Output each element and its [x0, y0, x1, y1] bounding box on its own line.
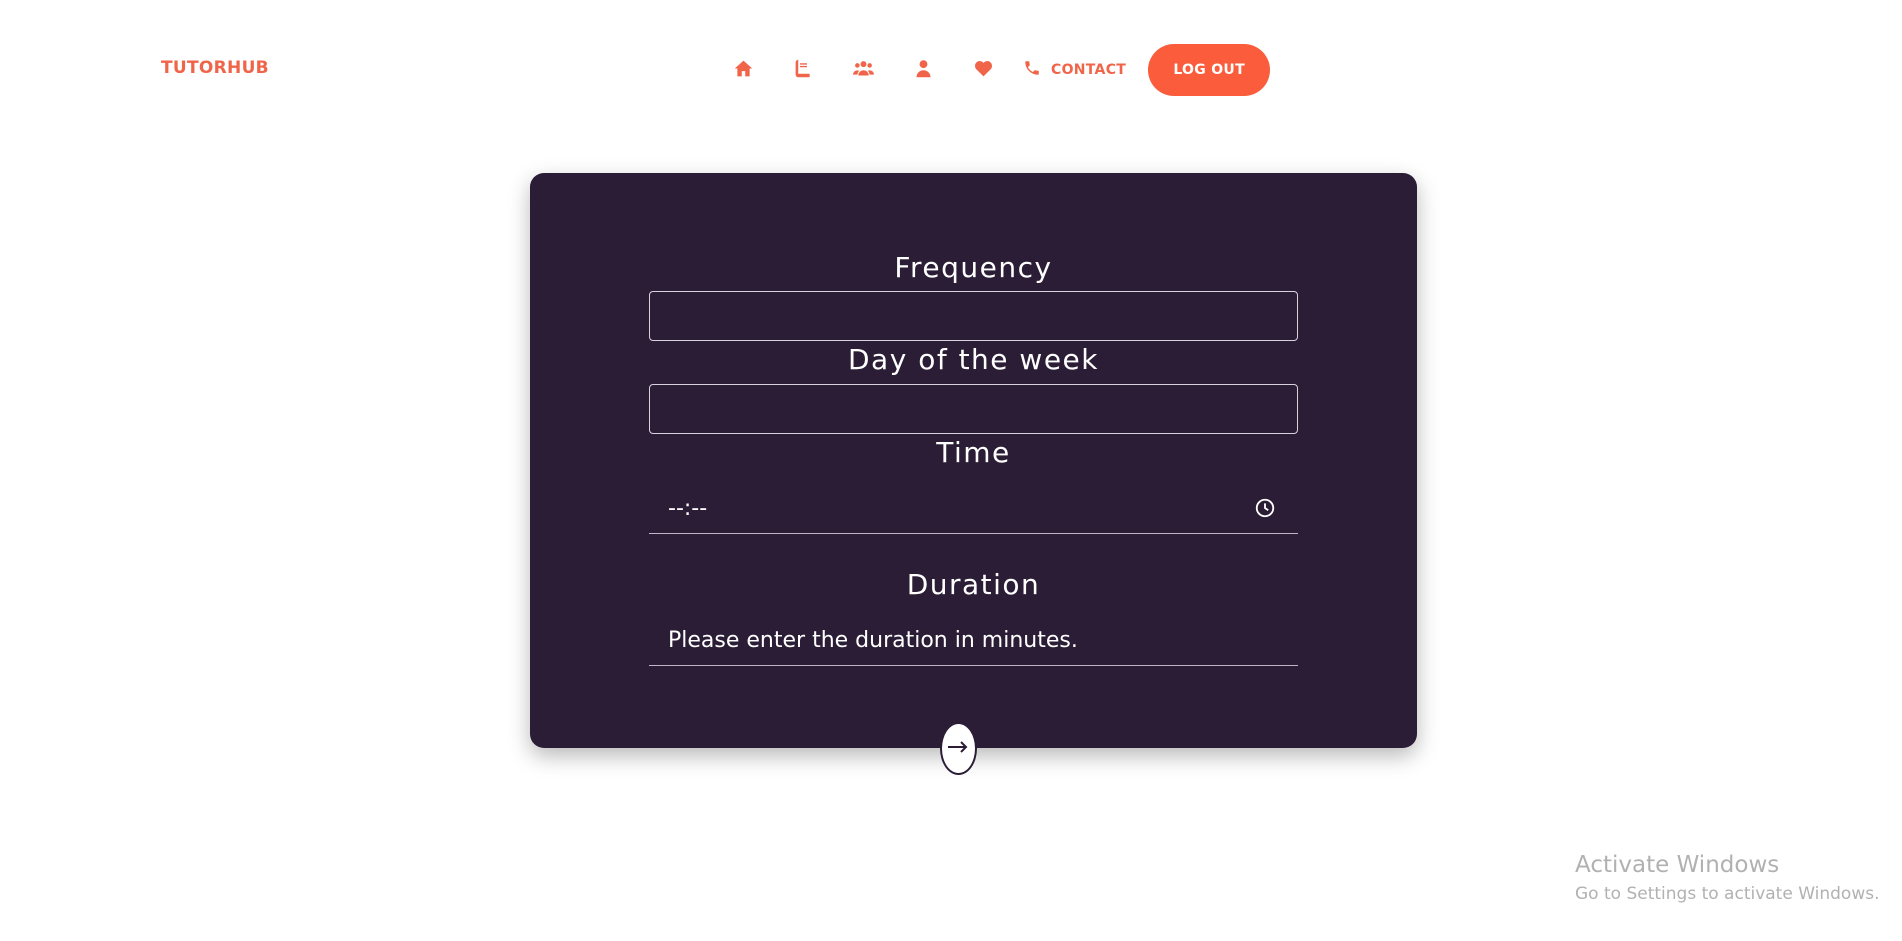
day-input[interactable]	[649, 384, 1298, 434]
nav-profile[interactable]	[893, 44, 953, 96]
arrow-right-icon	[944, 732, 974, 766]
book-icon	[793, 58, 814, 83]
frequency-label: Frequency	[894, 251, 1053, 284]
schedule-form-card: Frequency Day of the week Time --:-- Dur…	[530, 173, 1417, 748]
nav-contact[interactable]: CONTACT	[1023, 44, 1126, 96]
phone-icon	[1023, 59, 1051, 81]
logout-button[interactable]: LOG OUT	[1148, 44, 1271, 96]
frequency-input[interactable]	[649, 291, 1298, 341]
duration-placeholder: Please enter the duration in minutes.	[668, 628, 1078, 653]
contact-label: CONTACT	[1051, 62, 1127, 78]
day-label: Day of the week	[848, 343, 1099, 376]
home-icon	[733, 58, 754, 83]
top-nav: CONTACT LOG OUT	[713, 44, 1271, 96]
time-input[interactable]: --:--	[649, 482, 1298, 534]
duration-input[interactable]: Please enter the duration in minutes.	[649, 614, 1298, 666]
watermark-subtitle: Go to Settings to activate Windows.	[1575, 884, 1880, 904]
nav-courses[interactable]	[773, 44, 833, 96]
submit-button[interactable]	[940, 722, 977, 775]
watermark-title: Activate Windows	[1575, 852, 1780, 878]
time-label: Time	[936, 436, 1011, 469]
user-icon	[913, 58, 934, 83]
nav-favorites[interactable]	[953, 44, 1013, 96]
windows-activation-watermark: Activate Windows Go to Settings to activ…	[1575, 852, 1880, 904]
page: TUTORHUB CONTACT LOG OUT Frequency Day o…	[0, 0, 1902, 941]
nav-home[interactable]	[713, 44, 773, 96]
nav-groups[interactable]	[833, 44, 893, 96]
users-icon	[852, 58, 874, 83]
duration-label: Duration	[906, 568, 1041, 601]
brand-logo[interactable]: TUTORHUB	[161, 58, 269, 78]
heart-icon	[973, 58, 994, 83]
clock-icon[interactable]	[1254, 497, 1276, 519]
time-value: --:--	[668, 496, 708, 521]
